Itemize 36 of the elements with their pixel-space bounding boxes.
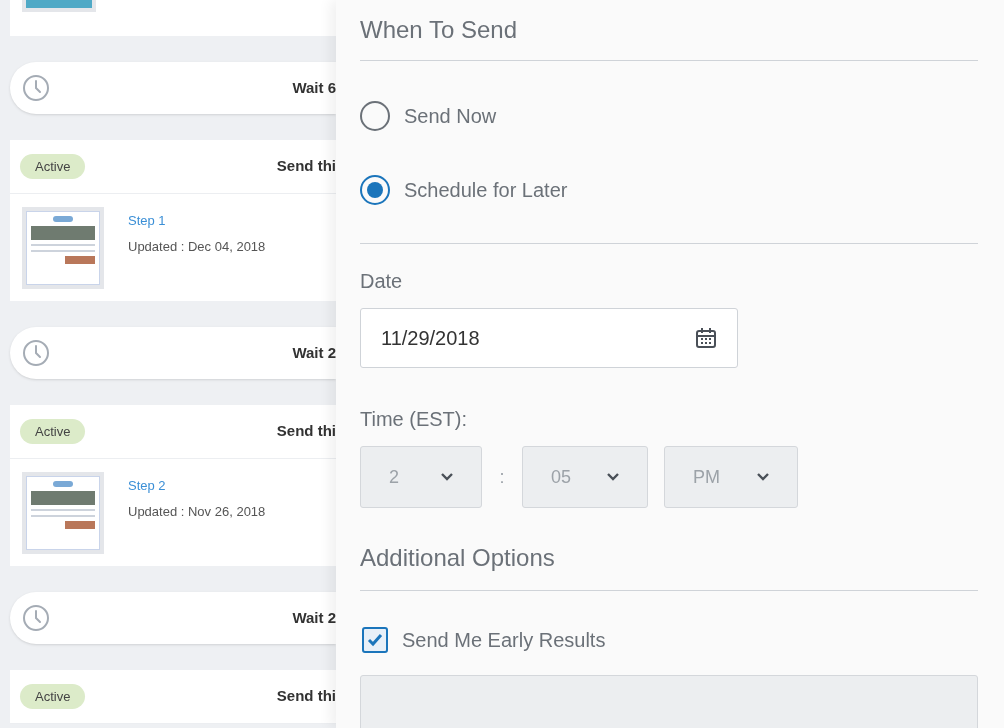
email-title: Send thi bbox=[276, 686, 336, 707]
status-badge: Active bbox=[20, 418, 86, 445]
wait-label: Wait 2 bbox=[292, 342, 336, 363]
updated-date: Updated : Nov 26, 2018 bbox=[128, 502, 266, 521]
clock-icon bbox=[22, 604, 50, 632]
checkbox[interactable] bbox=[362, 627, 388, 653]
wait-step[interactable]: Wait 6 bbox=[10, 62, 336, 114]
clock-icon bbox=[22, 74, 50, 102]
date-field[interactable]: 11/29/2018 bbox=[360, 308, 738, 368]
section-heading: Additional Options bbox=[360, 540, 978, 591]
wait-step[interactable]: Wait 2 bbox=[10, 327, 336, 379]
field-label: Time (EST): bbox=[360, 407, 469, 432]
status-badge: Active bbox=[20, 153, 86, 180]
chevron-down-icon bbox=[441, 473, 453, 481]
radio-button[interactable] bbox=[360, 175, 390, 205]
wait-label: Wait 2 bbox=[292, 607, 336, 628]
clock-icon bbox=[22, 339, 50, 367]
updated-date: Updated : Dec 04, 2018 bbox=[128, 237, 266, 256]
field-label: Date bbox=[360, 269, 404, 294]
checkmark-icon bbox=[367, 633, 383, 647]
checkbox-option[interactable]: Send Me Early Results bbox=[360, 625, 978, 655]
wait-label: Wait 6 bbox=[292, 77, 336, 98]
email-title: Send thi bbox=[276, 156, 336, 177]
step-link[interactable]: Step 2 bbox=[128, 476, 266, 496]
step-link[interactable]: Step 1 bbox=[128, 211, 266, 231]
email-title: Send thi bbox=[276, 421, 336, 442]
status-badge: Active bbox=[20, 683, 86, 710]
radio-option[interactable]: Send Now bbox=[360, 101, 978, 131]
chevron-down-icon bbox=[607, 473, 619, 481]
wait-step[interactable]: Wait 2 bbox=[10, 592, 336, 644]
radio-option[interactable]: Schedule for Later bbox=[360, 175, 978, 205]
time-separator: : bbox=[498, 465, 506, 489]
radio-button[interactable] bbox=[360, 101, 390, 131]
calendar-icon bbox=[695, 327, 717, 349]
section-heading: When To Send bbox=[360, 12, 978, 61]
chevron-down-icon bbox=[757, 473, 769, 481]
